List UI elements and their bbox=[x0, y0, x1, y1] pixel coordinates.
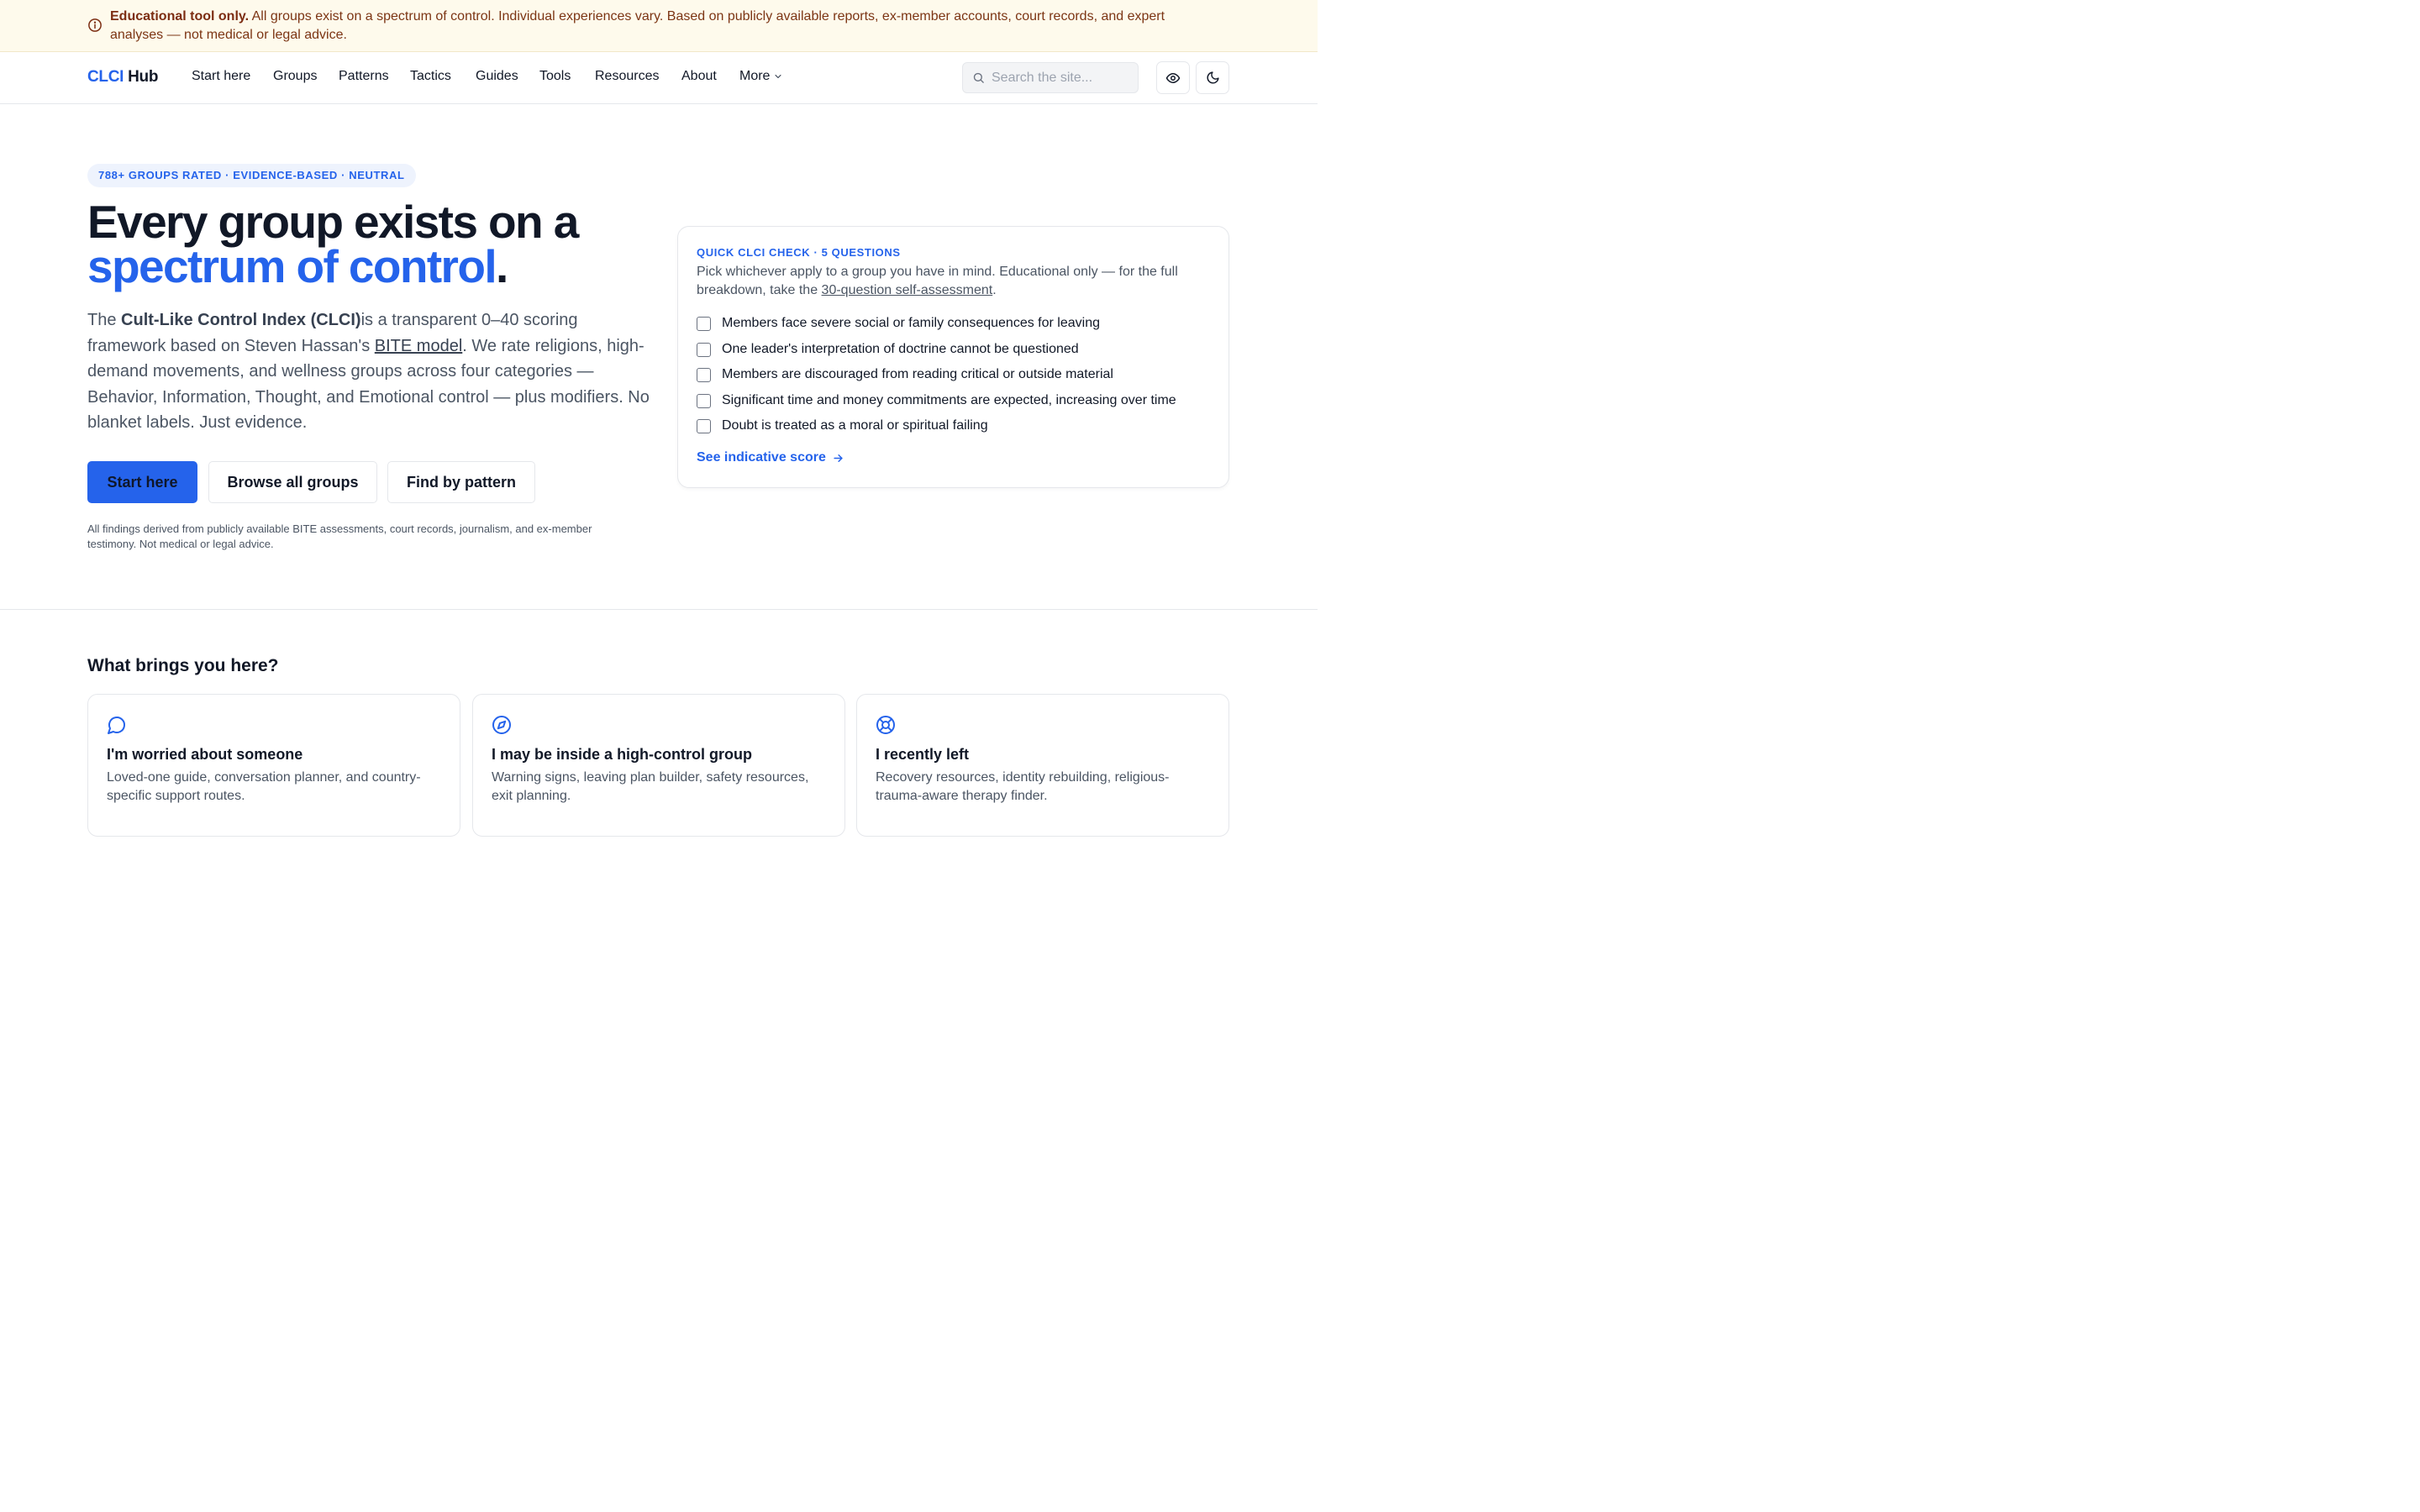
banner-body: All groups exist on a spectrum of contro… bbox=[110, 9, 1165, 42]
check-label: Significant time and money commitments a… bbox=[722, 393, 1176, 407]
checkbox[interactable] bbox=[697, 393, 711, 408]
quick-check-description: Pick whichever apply to a group you have… bbox=[697, 263, 1209, 300]
view-toggle-button[interactable] bbox=[1156, 61, 1190, 94]
hero-lead: The Cult-Like Control Index (CLCI)is a t… bbox=[87, 307, 650, 436]
nav-tactics[interactable]: Tactics bbox=[410, 69, 451, 84]
see-score-label: See indicative score bbox=[697, 450, 826, 465]
eye-icon bbox=[1165, 72, 1181, 83]
nav-tools[interactable]: Tools bbox=[539, 69, 571, 84]
logo-text: Hub bbox=[124, 68, 159, 86]
check-item[interactable]: Members face severe social or family con… bbox=[697, 316, 1100, 331]
moon-icon bbox=[1207, 71, 1219, 84]
browse-groups-button[interactable]: Browse all groups bbox=[208, 461, 377, 503]
tile-recently-left[interactable]: I recently left Recovery resources, iden… bbox=[856, 694, 1229, 837]
tile-description: Warning signs, leaving plan builder, saf… bbox=[492, 770, 809, 803]
check-item[interactable]: Members are discouraged from reading cri… bbox=[697, 367, 1113, 382]
tile-description: Loved-one guide, conversation planner, a… bbox=[107, 770, 421, 803]
bite-model-link[interactable]: BITE model bbox=[375, 337, 462, 355]
nav-more[interactable]: More bbox=[739, 69, 783, 84]
find-by-pattern-button[interactable]: Find by pattern bbox=[387, 461, 535, 503]
tile-worried-about-someone[interactable]: I'm worried about someone Loved-one guid… bbox=[87, 694, 460, 837]
nav-start-here[interactable]: Start here bbox=[192, 69, 250, 84]
check-label: Members face severe social or family con… bbox=[722, 316, 1100, 330]
disclaimer-banner: Educational tool only. All groups exist … bbox=[0, 0, 1318, 52]
check-label: One leader's interpretation of doctrine … bbox=[722, 342, 1079, 356]
nav-about[interactable]: About bbox=[681, 69, 717, 84]
nav-patterns[interactable]: Patterns bbox=[339, 69, 389, 84]
checkbox[interactable] bbox=[697, 418, 711, 433]
check-item[interactable]: Doubt is treated as a moral or spiritual… bbox=[697, 418, 988, 433]
checkbox[interactable] bbox=[697, 367, 711, 382]
check-item[interactable]: Significant time and money commitments a… bbox=[697, 393, 1176, 408]
tile-inside-group[interactable]: I may be inside a high-control group War… bbox=[472, 694, 845, 837]
stats-pill: 788+ GROUPS RATED · EVIDENCE-BASED · NEU… bbox=[87, 164, 416, 187]
check-label: Members are discouraged from reading cri… bbox=[722, 367, 1113, 381]
nav-resources[interactable]: Resources bbox=[595, 69, 659, 84]
banner-bold: Educational tool only. bbox=[110, 9, 250, 24]
tile-title: I may be inside a high-control group bbox=[492, 746, 753, 763]
logo-accent: CLCI bbox=[87, 68, 124, 86]
compass-icon bbox=[492, 716, 511, 734]
desc-post: . bbox=[992, 283, 997, 297]
arrow-right-icon bbox=[834, 454, 843, 462]
logo[interactable]: CLCI Hub bbox=[87, 68, 158, 87]
see-score-link[interactable]: See indicative score bbox=[697, 450, 844, 465]
nav-groups[interactable]: Groups bbox=[273, 69, 317, 84]
dark-mode-button[interactable] bbox=[1196, 61, 1229, 94]
search-input[interactable] bbox=[992, 63, 1134, 92]
banner-text: Educational tool only. All groups exist … bbox=[110, 8, 1219, 45]
nav-more-label: More bbox=[739, 69, 771, 83]
hero-title-line1: Every group exists on a bbox=[87, 196, 579, 248]
check-item[interactable]: One leader's interpretation of doctrine … bbox=[697, 342, 1079, 357]
start-here-button[interactable]: Start here bbox=[87, 461, 197, 503]
hero-title-end: . bbox=[496, 240, 508, 292]
quick-check-card: QUICK CLCI CHECK · 5 QUESTIONS Pick whic… bbox=[677, 226, 1229, 488]
check-label: Doubt is treated as a moral or spiritual… bbox=[722, 418, 988, 433]
checkbox[interactable] bbox=[697, 342, 711, 357]
section-title: What brings you here? bbox=[87, 656, 279, 675]
search-box bbox=[962, 62, 1139, 93]
chevron-down-icon bbox=[775, 74, 782, 79]
quick-check-eyebrow: QUICK CLCI CHECK · 5 QUESTIONS bbox=[697, 246, 901, 259]
lifebuoy-icon bbox=[876, 716, 895, 734]
checkbox[interactable] bbox=[697, 316, 711, 331]
section-divider bbox=[0, 609, 1318, 610]
search-icon bbox=[973, 72, 984, 83]
hero-title-accent: spectrum of control bbox=[87, 240, 497, 292]
nav-guides[interactable]: Guides bbox=[476, 69, 518, 84]
hero-fineprint: All findings derived from publicly avail… bbox=[87, 522, 592, 550]
hero-title: Every group exists on a spectrum of cont… bbox=[87, 196, 579, 292]
chat-bubble-icon bbox=[108, 717, 125, 734]
info-icon bbox=[88, 18, 102, 32]
tile-title: I'm worried about someone bbox=[107, 746, 303, 763]
site-header: CLCI Hub Start here Groups Patterns Tact… bbox=[0, 52, 1318, 104]
self-assessment-link[interactable]: 30-question self-assessment bbox=[822, 283, 993, 297]
lead-bold: Cult-Like Control Index (CLCI) bbox=[121, 311, 361, 329]
tile-title: I recently left bbox=[876, 746, 970, 763]
tile-description: Recovery resources, identity rebuilding,… bbox=[876, 770, 1170, 803]
lead-pre: The bbox=[87, 311, 122, 329]
